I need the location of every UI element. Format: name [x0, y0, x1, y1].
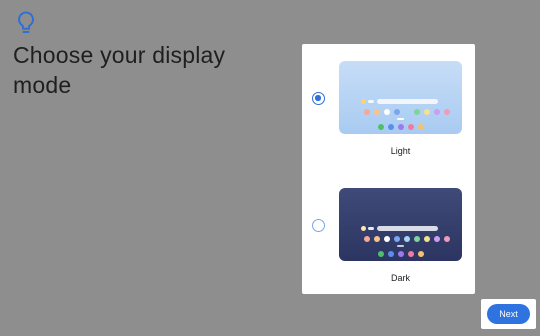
app-icon: [424, 236, 430, 242]
app-icon: [394, 109, 400, 115]
weather-icon: [361, 226, 366, 231]
display-mode-screen: Choose your display mode Light Dark Next: [0, 0, 540, 336]
page-indicator: [397, 245, 404, 247]
dark-radio[interactable]: [312, 219, 325, 232]
app-icon: [408, 124, 414, 130]
app-icon-row: [364, 109, 450, 115]
app-icon: [388, 124, 394, 130]
app-icon: [388, 251, 394, 257]
app-icon: [384, 109, 390, 115]
next-button-container: Next: [481, 299, 536, 329]
app-icon: [434, 109, 440, 115]
dock-icon-row: [378, 251, 424, 257]
app-icon: [444, 236, 450, 242]
status-indicator: [368, 227, 374, 230]
option-light[interactable]: Light: [302, 61, 475, 171]
next-button[interactable]: Next: [487, 304, 530, 324]
app-icon: [404, 236, 410, 242]
app-icon: [398, 251, 404, 257]
app-icon: [398, 124, 404, 130]
app-icon: [418, 251, 424, 257]
app-icon: [434, 236, 440, 242]
dark-preview[interactable]: [339, 188, 462, 261]
search-bar-preview: [377, 99, 438, 104]
light-radio[interactable]: [312, 92, 325, 105]
app-icon: [394, 236, 400, 242]
page-title: Choose your display mode: [13, 42, 226, 98]
app-icon: [384, 236, 390, 242]
app-icon: [414, 109, 420, 115]
app-icon: [378, 251, 384, 257]
app-icon: [364, 109, 370, 115]
lightbulb-icon: [18, 11, 34, 33]
app-icon: [364, 236, 370, 242]
dock-icon-row: [378, 124, 424, 130]
app-icon: [408, 251, 414, 257]
app-icon: [404, 109, 410, 115]
status-indicator: [368, 100, 374, 103]
option-label-dark: Dark: [390, 273, 410, 283]
app-icon: [444, 109, 450, 115]
light-preview[interactable]: [339, 61, 462, 134]
weather-icon: [361, 99, 366, 104]
app-icon: [374, 109, 380, 115]
app-icon: [424, 109, 430, 115]
search-bar-preview: [377, 226, 438, 231]
app-icon-row: [364, 236, 450, 242]
app-icon: [374, 236, 380, 242]
app-icon: [378, 124, 384, 130]
app-icon: [414, 236, 420, 242]
option-label-light: Light: [390, 146, 411, 156]
display-mode-card: Light Dark: [302, 44, 475, 294]
option-dark[interactable]: Dark: [302, 188, 475, 298]
app-icon: [418, 124, 424, 130]
page-indicator: [397, 118, 404, 120]
